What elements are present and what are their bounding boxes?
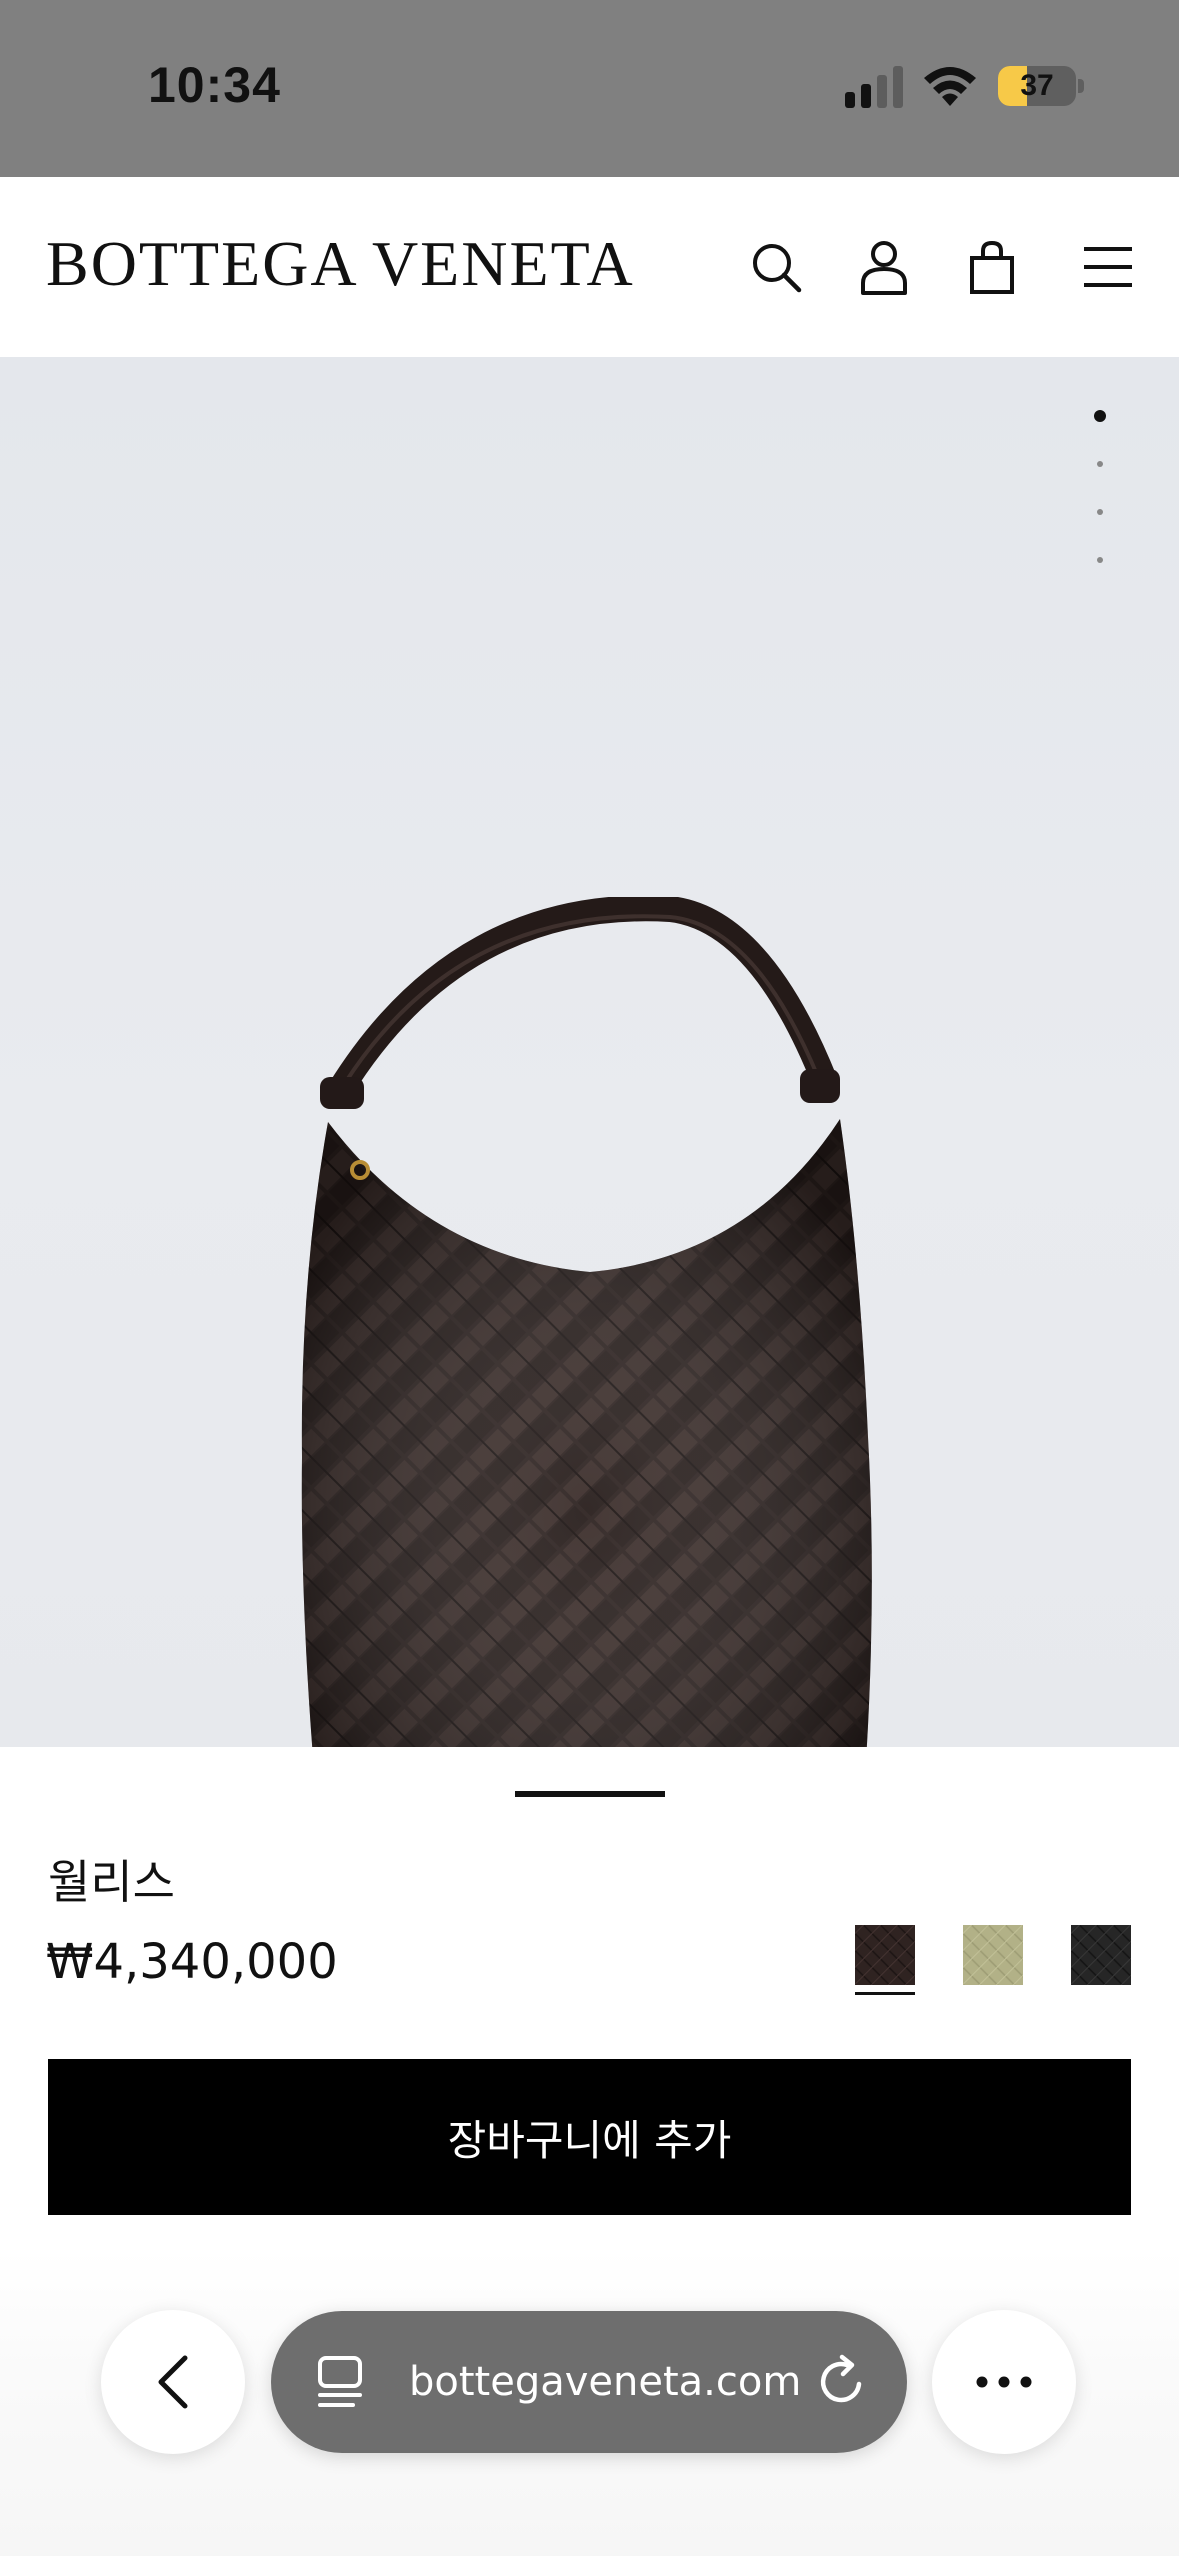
more-icon	[976, 2376, 1032, 2388]
battery-icon: 37	[998, 66, 1076, 106]
gallery-dot[interactable]	[1097, 461, 1103, 467]
selected-swatch-indicator	[855, 1992, 915, 1995]
brand-logo[interactable]: BOTTEGA VENETA	[46, 227, 635, 301]
search-icon[interactable]	[748, 239, 804, 295]
more-options-button[interactable]	[932, 2310, 1076, 2454]
status-bar: 10:34 37	[0, 0, 1179, 177]
account-icon[interactable]	[856, 239, 912, 295]
back-button[interactable]	[101, 2310, 245, 2454]
gallery-dot[interactable]	[1097, 557, 1103, 563]
url-text: bottegaveneta.com	[409, 2359, 802, 2405]
tabs-icon[interactable]	[313, 2353, 371, 2411]
color-swatch-dark-brown[interactable]	[855, 1925, 915, 1985]
menu-icon[interactable]	[1080, 239, 1136, 295]
address-bar[interactable]: bottegaveneta.com	[271, 2311, 907, 2453]
back-icon	[158, 2355, 188, 2409]
reload-icon[interactable]	[812, 2353, 870, 2411]
shopping-bag-icon[interactable]	[964, 239, 1020, 295]
status-time: 10:34	[148, 57, 281, 113]
product-name: 월리스	[48, 1855, 175, 1909]
gallery-dot-active[interactable]	[1094, 410, 1106, 422]
color-swatch-black[interactable]	[1071, 1925, 1131, 1985]
gallery-dot[interactable]	[1097, 509, 1103, 515]
carousel-progress-bar	[515, 1791, 665, 1797]
product-image-gallery[interactable]	[0, 357, 1179, 1747]
color-swatch-sage[interactable]	[963, 1925, 1023, 1985]
cellular-signal-icon	[845, 66, 903, 108]
site-header: BOTTEGA VENETA	[0, 177, 1179, 357]
add-to-cart-button[interactable]: 장바구니에 추가	[48, 2059, 1131, 2215]
battery-tip	[1078, 79, 1084, 93]
wifi-icon	[924, 67, 976, 106]
product-price: ₩4,340,000	[46, 1934, 338, 1990]
battery-percent: 37	[1020, 69, 1054, 102]
product-image-woven-bag	[301, 897, 872, 1747]
